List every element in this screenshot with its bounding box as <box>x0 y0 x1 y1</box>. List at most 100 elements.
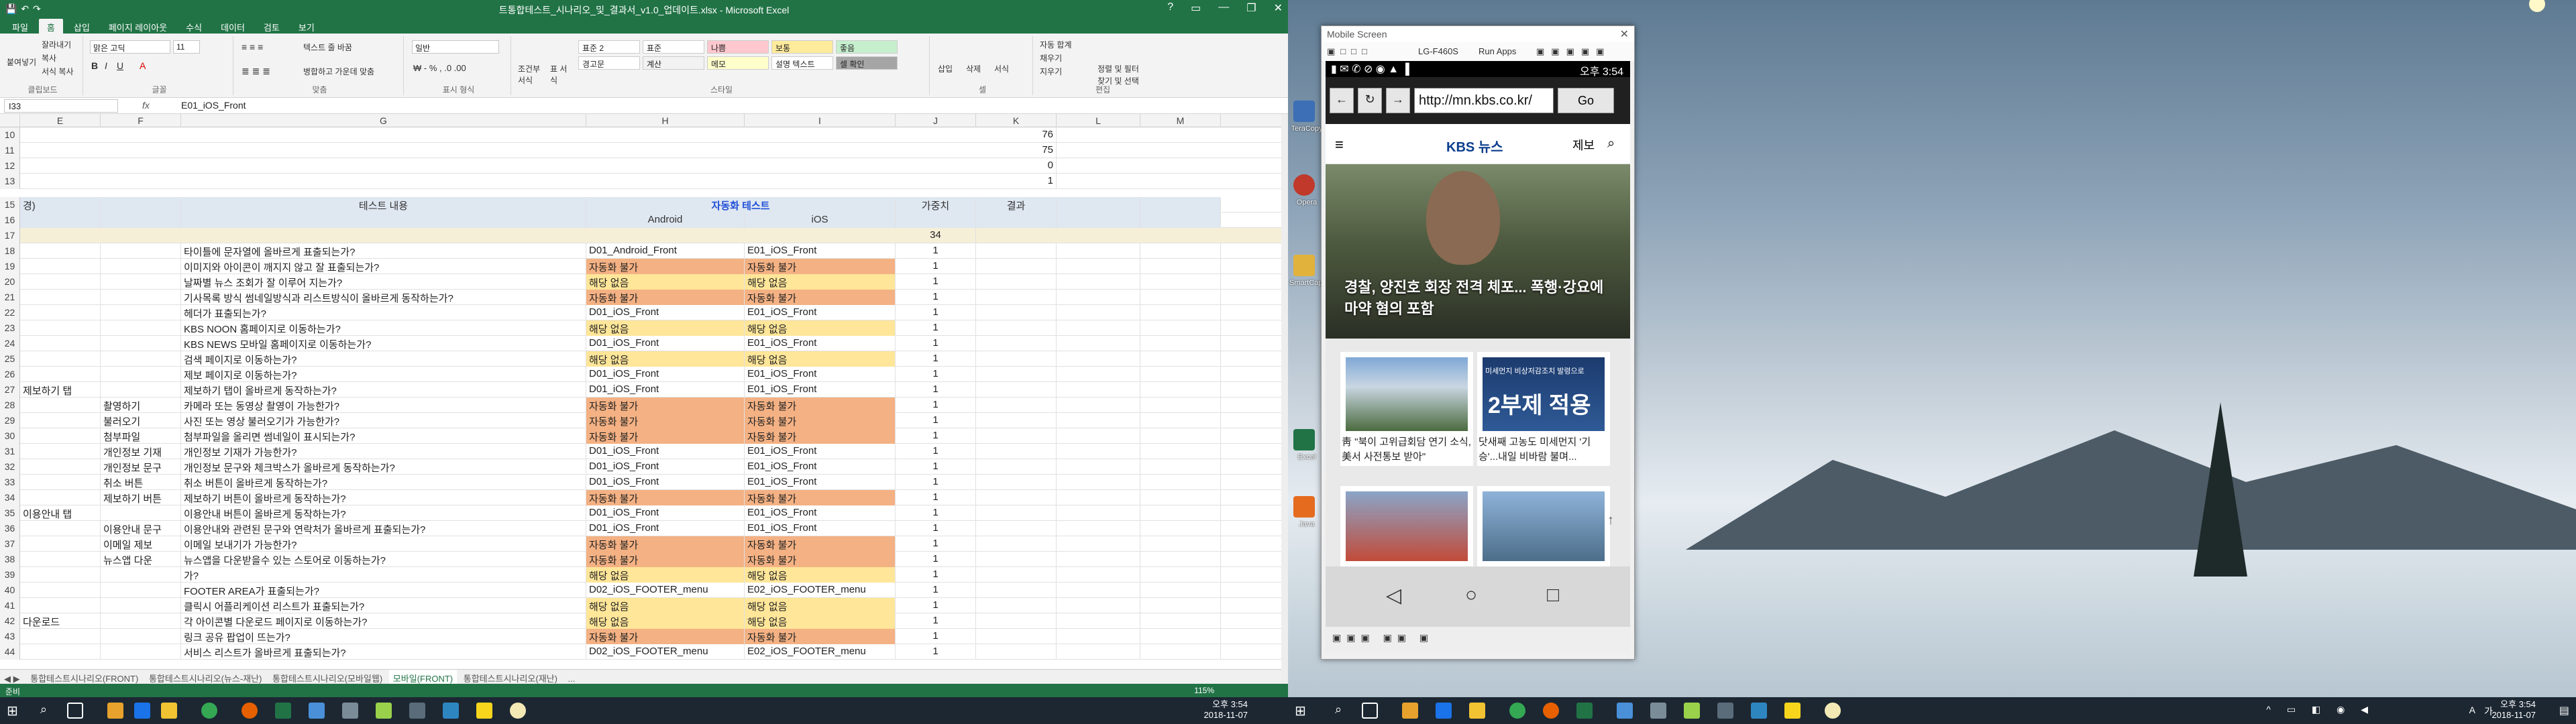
cell-style-option[interactable]: 설명 텍스트 <box>771 56 833 70</box>
weight-cell[interactable]: 1 <box>896 259 976 274</box>
app-icon[interactable] <box>1684 703 1700 719</box>
category-cell[interactable] <box>20 444 101 459</box>
result-cell[interactable] <box>976 382 1057 398</box>
folder-icon[interactable] <box>1293 255 1315 276</box>
excel-icon[interactable] <box>1293 429 1315 450</box>
app-icon[interactable] <box>409 703 425 719</box>
result-cell[interactable] <box>976 290 1057 305</box>
empty-cell[interactable] <box>1140 505 1221 521</box>
subcategory-cell[interactable]: 개인정보 기재 <box>101 444 181 459</box>
wrap-text-button[interactable]: 텍스트 줄 바꿈 <box>303 42 352 53</box>
ios-result-cell[interactable]: 자동화 불가 <box>745 552 896 567</box>
copy-button[interactable]: 복사 <box>42 52 56 64</box>
test-content-cell[interactable]: 제보하기 버튼이 올바르게 동작하는가? <box>181 490 586 505</box>
kbs-logo[interactable]: KBS 뉴스 <box>1446 136 1503 156</box>
empty-cell[interactable] <box>1057 259 1140 274</box>
app-icon[interactable] <box>1825 703 1841 719</box>
news-card[interactable]: 靑 "북이 고위급회담 연기 소식, 美서 사전통보 받아" <box>1340 352 1473 466</box>
android-result-cell[interactable]: 해당 없음 <box>586 274 745 290</box>
ios-result-cell[interactable]: E01_iOS_Front <box>745 367 896 382</box>
ios-result-cell[interactable]: E01_iOS_Front <box>745 505 896 521</box>
test-content-cell[interactable]: 첨부파일을 올리면 썸네일이 표시되는가? <box>181 428 586 444</box>
weight-cell[interactable]: 1 <box>896 444 976 459</box>
column-header[interactable]: I <box>745 114 896 127</box>
empty-cell[interactable] <box>1057 552 1140 567</box>
row-number[interactable]: 43 <box>0 629 20 644</box>
result-cell[interactable] <box>976 259 1057 274</box>
subcategory-cell[interactable]: 제보하기 버튼 <box>101 490 181 505</box>
hero-news[interactable]: 경찰, 양진호 회장 전격 체포... 폭행·강요에 마약 혐의 포함 <box>1326 164 1630 339</box>
empty-cell[interactable] <box>1057 536 1140 552</box>
ios-result-cell[interactable]: E01_iOS_Front <box>745 305 896 320</box>
app-icon[interactable] <box>1402 703 1418 719</box>
scroll-top-icon[interactable]: ↑ <box>1607 513 1614 528</box>
windows-start-icon[interactable]: ⊞ <box>1295 703 1311 719</box>
close-icon[interactable]: ✕ <box>1620 27 1629 41</box>
sheet-tab[interactable]: 통합테스트시나리오(모바일웹) <box>268 670 386 684</box>
result-cell[interactable] <box>976 351 1057 367</box>
category-cell[interactable] <box>20 290 101 305</box>
ios-result-cell[interactable]: 자동화 불가 <box>745 629 896 644</box>
result-cell[interactable] <box>976 320 1057 336</box>
app-icon[interactable] <box>1751 703 1767 719</box>
test-content-cell[interactable]: 타이틀에 문자열에 올바르게 표출되는가? <box>181 243 586 259</box>
result-cell[interactable] <box>976 629 1057 644</box>
subcategory-cell[interactable]: 뉴스앱 다운 <box>101 552 181 567</box>
test-content-cell[interactable]: 링크 공유 팝업이 뜨는가? <box>181 629 586 644</box>
vertical-scrollbar[interactable] <box>1281 114 1288 684</box>
cell-style-option[interactable]: 좋음 <box>836 40 898 54</box>
category-cell[interactable] <box>20 459 101 475</box>
test-content-cell[interactable]: 사진 또는 영상 불러오기가 가능한가? <box>181 413 586 428</box>
toolbar-icons[interactable]: ▣□□□ <box>1327 46 1373 57</box>
empty-cell[interactable] <box>1140 413 1221 428</box>
search-icon[interactable]: ⌕ <box>1335 703 1351 719</box>
subcategory-cell[interactable] <box>101 505 181 521</box>
empty-cell[interactable] <box>1057 382 1140 398</box>
header-cell[interactable] <box>1140 197 1221 213</box>
empty-cell[interactable] <box>1140 490 1221 505</box>
sheet-tab[interactable]: 통합테스트시나리오(FRONT) <box>26 670 142 684</box>
android-result-cell[interactable]: D01_iOS_Front <box>586 305 745 320</box>
weight-cell[interactable]: 1 <box>896 583 976 598</box>
header-cell[interactable] <box>896 213 976 228</box>
cut-button[interactable]: 잘라내기 <box>42 39 71 50</box>
weight-cell[interactable]: 1 <box>896 644 976 660</box>
weight-cell[interactable]: 1 <box>896 613 976 629</box>
category-cell[interactable] <box>20 583 101 598</box>
category-cell[interactable] <box>20 536 101 552</box>
empty-cell[interactable] <box>1140 536 1221 552</box>
android-result-cell[interactable]: 자동화 불가 <box>586 290 745 305</box>
subcategory-cell[interactable] <box>101 367 181 382</box>
empty-cell[interactable] <box>1057 567 1140 583</box>
home-icon[interactable]: ○ <box>1465 584 1477 607</box>
font-size-select[interactable]: 11 <box>173 40 200 54</box>
run-apps-button[interactable]: Run Apps <box>1479 46 1516 56</box>
ios-result-cell[interactable]: 자동화 불가 <box>745 490 896 505</box>
android-result-cell[interactable]: 해당 없음 <box>586 613 745 629</box>
number-format-select[interactable]: 일반 <box>412 40 499 54</box>
android-result-cell[interactable]: D01_iOS_Front <box>586 521 745 536</box>
subcategory-cell[interactable] <box>101 274 181 290</box>
underline-icon[interactable]: U <box>117 60 123 71</box>
cell-style-option[interactable]: 메모 <box>707 56 769 70</box>
empty-cell[interactable] <box>1140 567 1221 583</box>
result-cell[interactable] <box>976 336 1057 351</box>
go-button[interactable]: Go <box>1558 88 1614 113</box>
android-result-cell[interactable]: D01_Android_Front <box>586 243 745 259</box>
result-cell[interactable] <box>976 644 1057 660</box>
android-result-cell[interactable]: 해당 없음 <box>586 320 745 336</box>
result-cell[interactable] <box>976 428 1057 444</box>
row-number[interactable]: 20 <box>0 274 20 290</box>
header-cell[interactable] <box>976 213 1057 228</box>
test-content-cell[interactable]: 검색 페이지로 이동하는가? <box>181 351 586 367</box>
android-result-cell[interactable]: D02_iOS_FOOTER_menu <box>586 644 745 660</box>
minimize-icon[interactable]: — <box>1218 1 1229 15</box>
summary-cell[interactable]: 0 <box>976 158 1057 174</box>
result-cell[interactable] <box>976 413 1057 428</box>
sheet-tab[interactable]: 통합테스트시나리오(재난) <box>460 670 561 684</box>
header-cell[interactable]: 테스트 내용 <box>181 197 586 213</box>
weight-total-cell[interactable]: 34 <box>896 228 976 243</box>
empty-cell[interactable] <box>1057 398 1140 413</box>
weight-cell[interactable]: 1 <box>896 398 976 413</box>
tray-icons[interactable]: ^ ▭ ◧ ◉ ◀ <box>2266 704 2375 715</box>
